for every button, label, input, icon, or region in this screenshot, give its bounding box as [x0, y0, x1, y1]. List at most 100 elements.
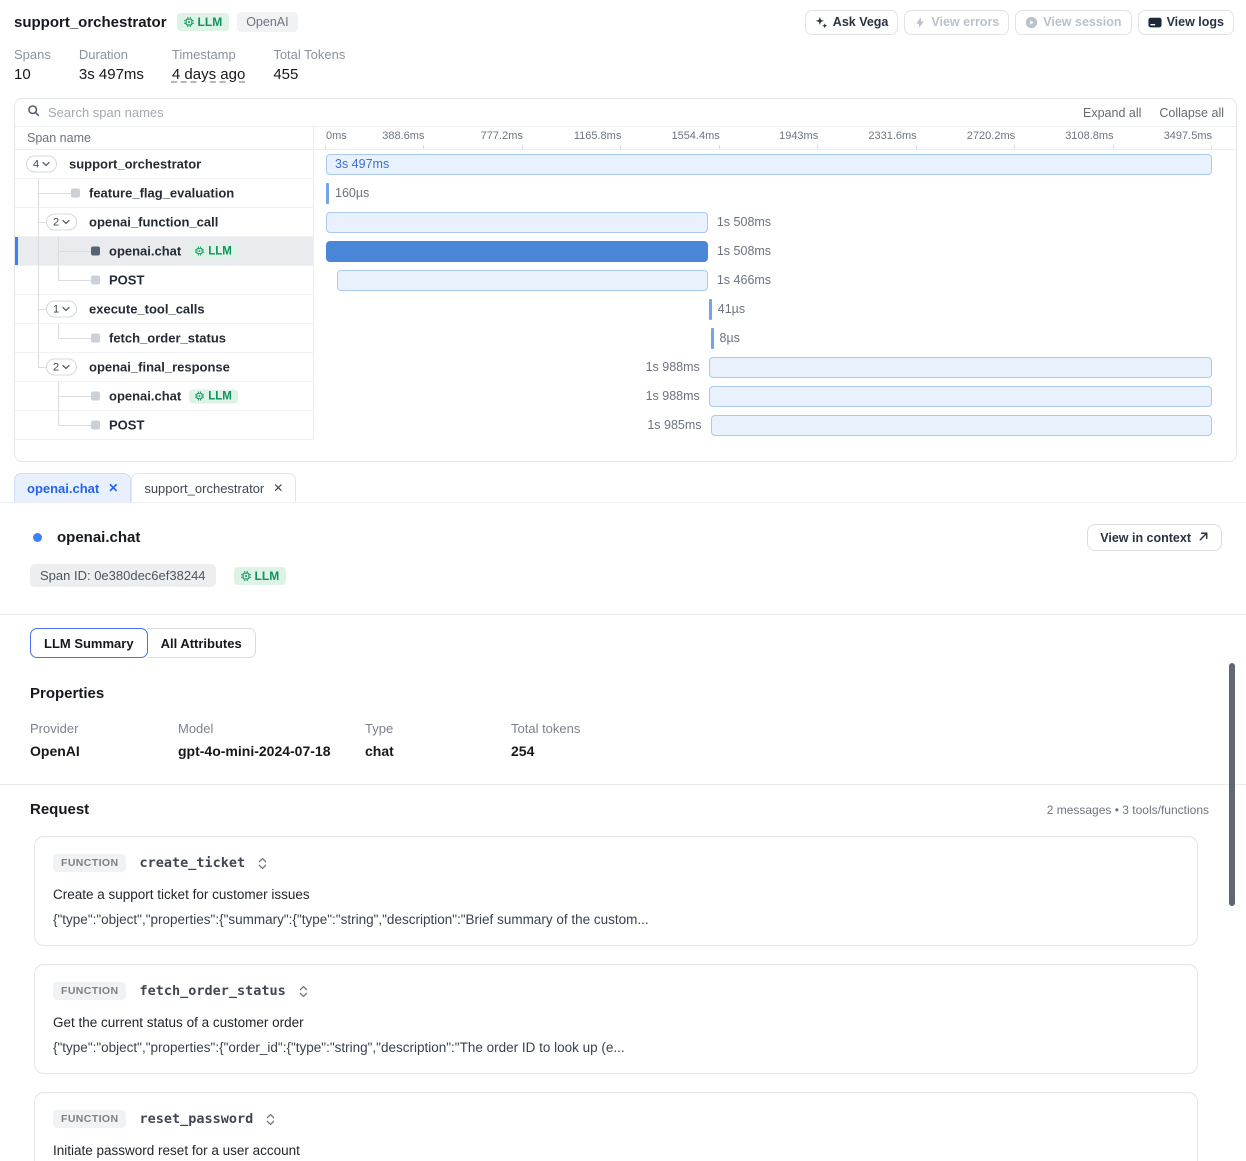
span-name-column-header: Span name: [15, 127, 314, 149]
updown-icon[interactable]: [258, 857, 267, 870]
trace-header: support_orchestrator LLM OpenAI Ask Vega…: [0, 0, 1246, 96]
waterfall-cell[interactable]: 1s 466ms: [314, 266, 1236, 295]
span-tab-support_orchestrator[interactable]: support_orchestrator ✕: [131, 473, 296, 502]
tab-llm-summary[interactable]: LLM Summary: [30, 628, 148, 658]
property-label: Type: [365, 721, 511, 736]
duration-bar[interactable]: [326, 183, 329, 204]
duration-label: 1s 988ms: [646, 382, 700, 411]
duration-bar[interactable]: [709, 357, 1212, 378]
span-name[interactable]: execute_tool_calls: [89, 302, 205, 317]
tab-all-attributes[interactable]: All Attributes: [148, 628, 256, 658]
span-name[interactable]: fetch_order_status: [109, 331, 226, 346]
property-value: OpenAI: [30, 743, 178, 759]
waterfall-track: 1s 985ms: [326, 411, 1212, 440]
span-row: 1 execute_tool_calls 41µs: [15, 295, 1236, 324]
sparkles-icon: [815, 16, 828, 29]
collapse-all-button[interactable]: Collapse all: [1159, 106, 1224, 120]
expand-toggle[interactable]: 2: [46, 359, 77, 376]
duration-bar[interactable]: [337, 270, 708, 291]
search-input[interactable]: [48, 105, 1065, 120]
waterfall-cell[interactable]: 1s 508ms: [314, 208, 1236, 237]
view-errors-button[interactable]: View errors: [904, 10, 1009, 35]
span-row: openai.chatLLM 1s 508ms: [15, 237, 1236, 266]
timeline-tick-label: 0ms: [326, 130, 347, 142]
duration-bar[interactable]: [709, 386, 1212, 407]
span-search-row: Expand all Collapse all: [15, 99, 1236, 127]
tree-connector: [58, 324, 59, 339]
waterfall-cell[interactable]: 1s 508ms: [314, 237, 1236, 266]
timeline-tick-label: 2331.6ms: [868, 130, 916, 142]
duration-bar[interactable]: [709, 299, 712, 320]
span-name[interactable]: openai_function_call: [89, 215, 218, 230]
stat-duration: Duration3s 497ms: [79, 47, 144, 83]
span-tree-cell[interactable]: 2 openai_function_call: [15, 208, 314, 237]
span-type-icon: [71, 189, 80, 198]
chip-icon: [241, 571, 251, 581]
updown-icon[interactable]: [299, 985, 308, 998]
trace-stats: Spans10Duration3s 497msTimestamp4 days a…: [14, 47, 1234, 96]
expand-toggle[interactable]: 1: [46, 301, 77, 318]
scrollbar-thumb[interactable]: [1229, 663, 1235, 906]
tree-connector: [58, 425, 91, 426]
attribute-view-tabs: LLM SummaryAll Attributes: [0, 615, 1246, 658]
waterfall-cell[interactable]: 41µs: [314, 295, 1236, 324]
function-kind-badge: FUNCTION: [53, 982, 126, 1000]
span-tree-cell[interactable]: openai.chatLLM: [15, 382, 314, 411]
ask-vega-button[interactable]: Ask Vega: [805, 10, 899, 35]
span-name[interactable]: openai.chatLLM: [109, 244, 238, 259]
duration-bar[interactable]: [326, 212, 708, 233]
view-in-context-button[interactable]: View in context: [1087, 524, 1222, 551]
span-name[interactable]: feature_flag_evaluation: [89, 186, 234, 201]
duration-bar[interactable]: [711, 415, 1212, 436]
llm-badge: LLM: [234, 567, 287, 585]
duration-bar[interactable]: [326, 241, 708, 262]
span-tree-cell[interactable]: openai.chatLLM: [15, 237, 314, 266]
span-name[interactable]: openai.chatLLM: [109, 389, 238, 404]
expand-all-button[interactable]: Expand all: [1083, 106, 1141, 120]
waterfall-cell[interactable]: 3s 497ms: [314, 150, 1236, 179]
span-tab-openai-chat[interactable]: openai.chat✕: [14, 473, 131, 502]
stat-value[interactable]: 4 days ago: [172, 66, 245, 83]
bolt-icon: [914, 16, 926, 29]
close-icon[interactable]: ✕: [273, 481, 283, 495]
updown-icon[interactable]: [266, 1113, 275, 1126]
span-tree-cell[interactable]: 2 openai_final_response: [15, 353, 314, 382]
span-row: 2 openai_function_call 1s 508ms: [15, 208, 1236, 237]
span-tree-cell[interactable]: POST: [15, 266, 314, 295]
span-name[interactable]: POST: [109, 418, 144, 433]
tab-label: support_orchestrator: [144, 481, 264, 496]
trace-panel: Expand all Collapse all Span name 0ms388…: [14, 98, 1237, 462]
span-row: feature_flag_evaluation 160µs: [15, 179, 1236, 208]
span-row: 4 support_orchestrator 3s 497ms: [15, 150, 1236, 179]
view-logs-button[interactable]: View logs: [1138, 10, 1234, 35]
waterfall-cell[interactable]: 1s 985ms: [314, 411, 1236, 440]
span-name[interactable]: POST: [109, 273, 144, 288]
span-name[interactable]: openai_final_response: [89, 360, 230, 375]
timeline-tick-mark: [817, 145, 818, 149]
close-icon[interactable]: ✕: [108, 481, 118, 495]
logs-icon: [1148, 16, 1162, 29]
span-tree-cell[interactable]: feature_flag_evaluation: [15, 179, 314, 208]
span-row: openai.chatLLM 1s 988ms: [15, 382, 1236, 411]
stat-timestamp: Timestamp4 days ago: [172, 47, 245, 83]
waterfall-track: 8µs: [326, 324, 1212, 353]
span-tree-cell[interactable]: 1 execute_tool_calls: [15, 295, 314, 324]
span-name-label: openai_function_call: [89, 215, 218, 230]
waterfall-cell[interactable]: 1s 988ms: [314, 353, 1236, 382]
expand-toggle[interactable]: 4: [26, 156, 57, 173]
tree-connector: [38, 222, 46, 223]
span-tree-cell[interactable]: fetch_order_status: [15, 324, 314, 353]
duration-label: 8µs: [720, 324, 740, 353]
duration-bar[interactable]: 3s 497ms: [326, 154, 1212, 175]
span-tree-cell[interactable]: 4 support_orchestrator: [15, 150, 314, 179]
view-session-button[interactable]: View session: [1015, 10, 1131, 35]
span-name[interactable]: support_orchestrator: [69, 157, 201, 172]
span-tree-cell[interactable]: POST: [15, 411, 314, 440]
stat-total-tokens: Total Tokens455: [273, 47, 345, 83]
waterfall-cell[interactable]: 8µs: [314, 324, 1236, 353]
duration-bar[interactable]: [711, 328, 714, 349]
expand-toggle[interactable]: 2: [46, 214, 77, 231]
property-label: Total tokens: [511, 721, 580, 736]
waterfall-cell[interactable]: 160µs: [314, 179, 1236, 208]
waterfall-cell[interactable]: 1s 988ms: [314, 382, 1236, 411]
